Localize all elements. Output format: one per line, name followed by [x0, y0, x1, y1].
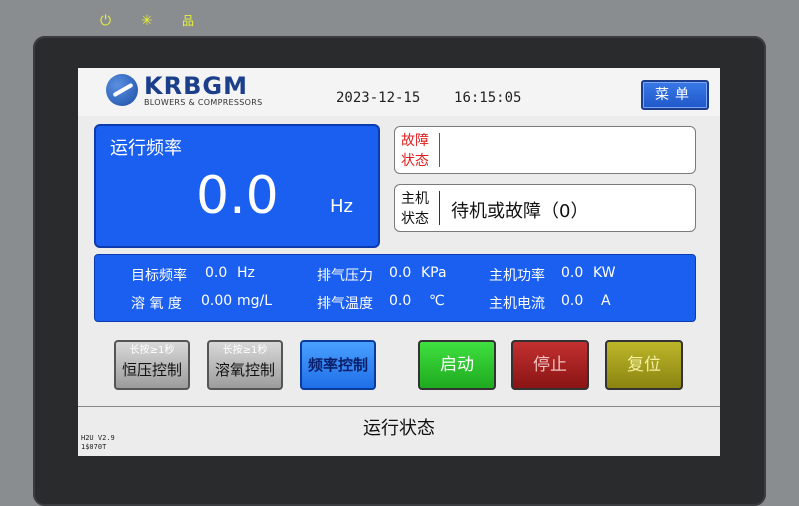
sun-led-icon: ✳: [141, 13, 153, 29]
exhaust-temperature-label: 排气温度: [317, 296, 373, 312]
version-text: H2U V2.9: [81, 434, 115, 442]
constant-pressure-button[interactable]: 长按≥1秒 恒压控制: [114, 340, 190, 390]
dissolved-oxygen-unit: mg/L: [237, 293, 273, 309]
frequency-label: 运行频率: [110, 138, 182, 159]
host-status-value: 待机或故障（0）: [451, 201, 589, 222]
logo-subtitle: BLOWERS & COMPRESSORS: [144, 98, 263, 107]
exhaust-pressure-value: 0.0: [389, 265, 412, 281]
exhaust-temperature-value: 0.0: [389, 293, 412, 309]
fault-status-label: 故障 状态: [401, 133, 429, 169]
menu-button[interactable]: 菜单: [641, 80, 709, 110]
screen-title: 运行状态: [363, 418, 435, 439]
start-button[interactable]: 启动: [418, 340, 496, 390]
host-power-value: 0.0: [561, 265, 584, 281]
long-press-hint: 长按≥1秒: [129, 345, 175, 356]
constant-pressure-label: 恒压控制: [121, 361, 182, 379]
datetime-display: 2023-12-15 16:15:05: [336, 90, 521, 106]
host-power-label: 主机功率: [489, 268, 545, 284]
host-separator: [439, 191, 440, 225]
reset-button[interactable]: 复位: [605, 340, 683, 390]
dissolved-oxygen-label: 溶 氧 度: [131, 296, 182, 312]
target-frequency-value: 0.0: [205, 265, 228, 281]
fault-status-box: 故障 状态: [394, 126, 696, 174]
exhaust-temperature-unit: ℃: [429, 293, 445, 309]
host-current-label: 主机电流: [489, 296, 545, 312]
dissolved-oxygen-control-label: 溶氧控制: [214, 361, 275, 379]
host-status-label: 主机 状态: [401, 191, 429, 227]
frequency-panel: 运行频率 0.0 Hz: [94, 124, 380, 248]
hmi-screen: KRBGM BLOWERS & COMPRESSORS 2023-12-15 1…: [78, 68, 720, 456]
date-text: 2023-12-15: [336, 90, 421, 106]
dissolved-oxygen-control-button[interactable]: 长按≥1秒 溶氧控制: [207, 340, 283, 390]
long-press-hint: 长按≥1秒: [222, 345, 268, 356]
stop-button[interactable]: 停止: [511, 340, 589, 390]
build-text: 1$070T: [81, 443, 107, 451]
target-frequency-label: 目标频率: [131, 268, 187, 284]
host-status-box: 主机 状态 待机或故障（0）: [394, 184, 696, 232]
dissolved-oxygen-value: 0.00: [201, 293, 233, 309]
exhaust-pressure-unit: KPa: [421, 265, 447, 281]
host-current-unit: A: [601, 293, 611, 309]
parameters-panel: 目标频率 0.0 Hz 溶 氧 度 0.00 mg/L 排气压力 0.0 KPa…: [94, 254, 696, 322]
fault-separator: [439, 133, 440, 167]
frequency-value: 0.0: [196, 166, 279, 226]
power-led-icon: ⏻: [100, 13, 112, 29]
frequency-unit: Hz: [330, 196, 353, 217]
time-text: 16:15:05: [454, 90, 522, 106]
host-current-value: 0.0: [561, 293, 584, 309]
target-frequency-unit: Hz: [237, 265, 255, 281]
host-power-unit: KW: [593, 265, 616, 281]
header-bar: KRBGM BLOWERS & COMPRESSORS 2023-12-15 1…: [78, 68, 720, 116]
frequency-control-button[interactable]: 频率控制: [300, 340, 376, 390]
exhaust-pressure-label: 排气压力: [317, 268, 373, 284]
logo-icon: [106, 74, 138, 106]
logo-name: KRBGM: [144, 72, 248, 100]
footer-divider: [78, 406, 720, 407]
network-led-icon: 品: [182, 14, 195, 28]
